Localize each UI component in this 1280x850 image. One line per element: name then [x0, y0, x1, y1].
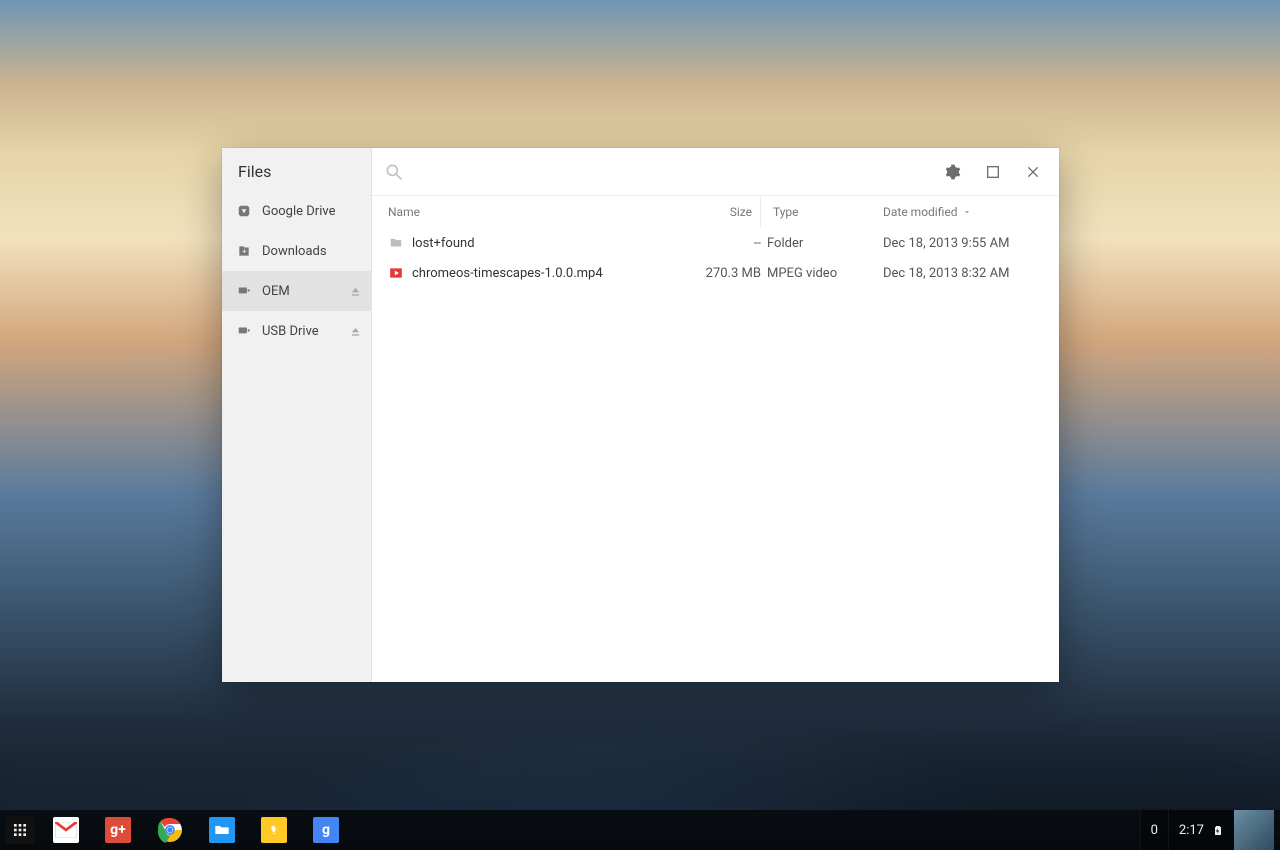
file-type: MPEG video [767, 266, 877, 281]
device-icon [236, 284, 252, 298]
clock: 2:17 [1179, 823, 1204, 838]
eject-icon[interactable] [349, 325, 361, 337]
file-date: Dec 18, 2013 9:55 AM [883, 236, 1043, 251]
app-google-search[interactable]: g [312, 816, 340, 844]
file-size: -- [671, 236, 761, 251]
app-gmail[interactable] [52, 816, 80, 844]
notification-count[interactable]: 0 [1140, 810, 1168, 850]
search-icon[interactable] [384, 162, 404, 182]
sidebar-item-downloads[interactable]: Downloads [222, 231, 371, 271]
file-date: Dec 18, 2013 8:32 AM [883, 266, 1043, 281]
sidebar-item-usb-drive[interactable]: USB Drive [222, 311, 371, 351]
app-launcher[interactable] [6, 816, 34, 844]
close-button[interactable] [1019, 158, 1047, 186]
file-name: lost+found [412, 236, 475, 251]
eject-icon[interactable] [349, 285, 361, 297]
column-header-label: Name [388, 205, 420, 219]
app-files[interactable] [208, 816, 236, 844]
column-header-label: Date modified [883, 205, 958, 219]
window-title: Files [222, 148, 371, 191]
gsearch-glyph: g [313, 817, 339, 843]
file-row[interactable]: chromeos-timescapes-1.0.0.mp4 270.3 MB M… [372, 258, 1059, 288]
files-window: Files Google Drive Downloads OEM [222, 148, 1059, 682]
column-header-label: Size [730, 205, 752, 219]
column-header-type[interactable]: Type [767, 196, 877, 228]
file-type: Folder [767, 236, 877, 251]
column-header-name[interactable]: Name [388, 196, 665, 228]
sidebar-item-label: USB Drive [262, 324, 319, 339]
sidebar-item-label: Google Drive [262, 204, 335, 219]
shelf: g+ g 0 2:17 [0, 810, 1280, 850]
toolbar [372, 148, 1059, 196]
downloads-icon [236, 244, 252, 258]
status-area[interactable]: 2:17 [1168, 810, 1234, 850]
sidebar-item-label: Downloads [262, 244, 327, 259]
app-keep[interactable] [260, 816, 288, 844]
video-file-icon [388, 266, 404, 280]
column-header-label: Type [773, 205, 799, 219]
file-row[interactable]: lost+found -- Folder Dec 18, 2013 9:55 A… [372, 228, 1059, 258]
file-size: 270.3 MB [671, 266, 761, 281]
column-header-date[interactable]: Date modified [883, 196, 1043, 228]
column-header-size[interactable]: Size [671, 196, 761, 228]
app-chrome[interactable] [156, 816, 184, 844]
settings-button[interactable] [939, 158, 967, 186]
sidebar-item-oem[interactable]: OEM [222, 271, 371, 311]
sidebar: Files Google Drive Downloads OEM [222, 148, 372, 682]
device-icon [236, 324, 252, 338]
desktop: Files Google Drive Downloads OEM [0, 0, 1280, 850]
folder-icon [388, 236, 404, 250]
file-name: chromeos-timescapes-1.0.0.mp4 [412, 266, 603, 281]
user-avatar[interactable] [1234, 810, 1274, 850]
battery-icon [1212, 823, 1224, 837]
column-headers: Name Size Type Date modified [372, 196, 1059, 228]
system-tray: 0 2:17 [1140, 810, 1274, 850]
maximize-button[interactable] [979, 158, 1007, 186]
sidebar-item-google-drive[interactable]: Google Drive [222, 191, 371, 231]
drive-icon [236, 204, 252, 218]
main-pane: Name Size Type Date modified lost+found … [372, 148, 1059, 682]
app-google-plus[interactable]: g+ [104, 816, 132, 844]
sidebar-item-label: OEM [262, 284, 290, 299]
gplus-glyph: g+ [105, 817, 131, 843]
sort-indicator-icon [962, 207, 972, 217]
notification-count-value: 0 [1151, 823, 1158, 838]
